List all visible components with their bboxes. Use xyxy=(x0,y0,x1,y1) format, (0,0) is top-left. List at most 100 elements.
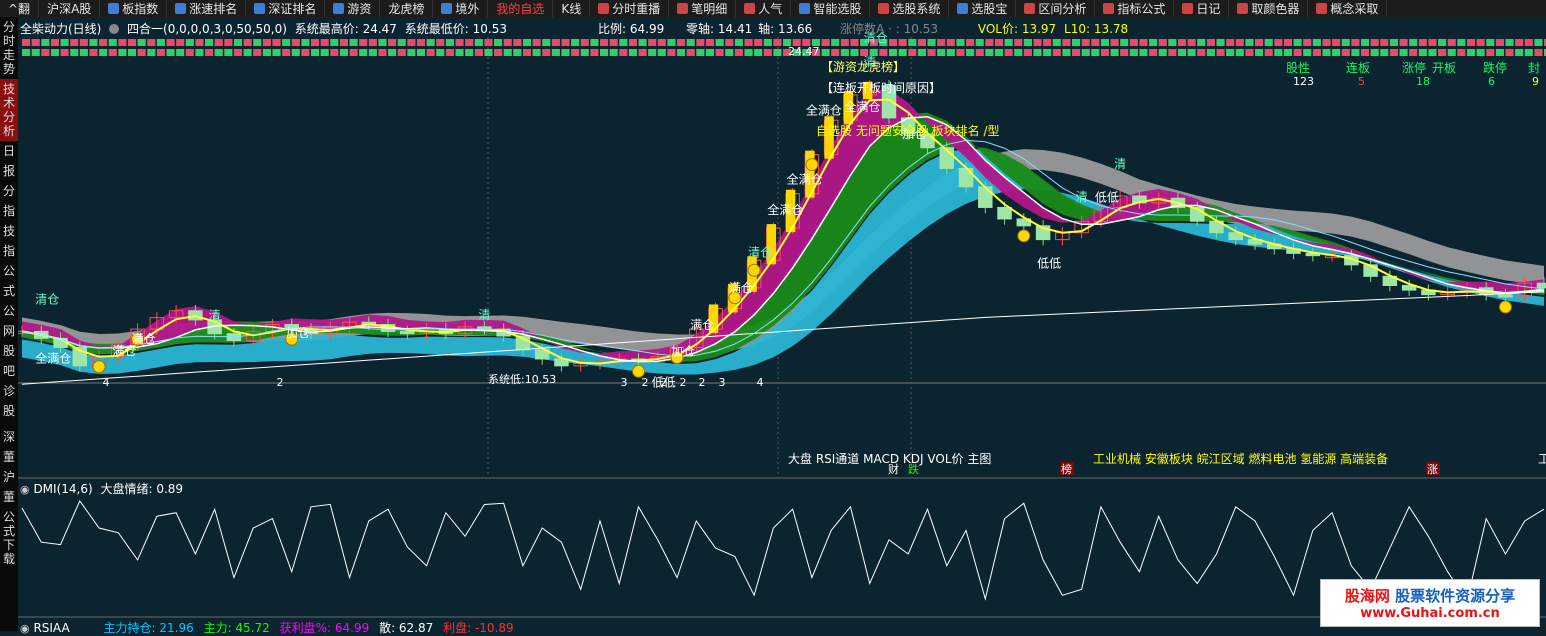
strip-cell xyxy=(455,39,464,46)
axis-value: 轴: 13.66 xyxy=(758,22,813,36)
strip-cell xyxy=(1129,49,1138,56)
toolbar-item[interactable]: ^翻 xyxy=(0,0,40,17)
sidebar-item[interactable]: 式 xyxy=(0,281,18,301)
sidebar-item[interactable]: 沪 xyxy=(0,467,18,487)
strip-cell xyxy=(1534,49,1543,56)
strip-cell xyxy=(1052,39,1061,46)
strip-cell xyxy=(956,39,965,46)
strip-cell xyxy=(898,49,907,56)
main-force-value: 主力: 45.72 xyxy=(203,621,270,635)
toolbar-item[interactable]: 取颜色器 xyxy=(1229,0,1309,17)
strip-cell xyxy=(494,49,503,56)
sidebar-item[interactable]: 指 xyxy=(0,201,18,221)
toolbar-item[interactable]: K线 xyxy=(553,0,591,17)
strip-cell xyxy=(31,39,40,46)
toolbar-item[interactable]: 沪深A股 xyxy=(39,0,101,17)
sidebar-item[interactable]: 分 xyxy=(0,181,18,201)
stats-label: 封 xyxy=(1528,61,1540,75)
strip-cell xyxy=(705,39,715,46)
sidebar-item[interactable]: 指 xyxy=(0,241,18,261)
sidebar-item[interactable]: 技 xyxy=(0,221,18,241)
toolbar-item-label: 笔明细 xyxy=(691,2,728,16)
indicator-name: 四合一(0,0,0,0,3,0,50,50,0) xyxy=(127,22,287,36)
sidebar-item[interactable]: 技术分析 xyxy=(0,79,18,141)
stats-label: 开板 xyxy=(1432,61,1456,75)
strip-cell xyxy=(407,49,416,56)
toolbar-item[interactable]: 涨速排名 xyxy=(167,0,247,17)
strip-cell xyxy=(1380,39,1389,46)
watermark-line1b: 股票软件资源分享 xyxy=(1395,587,1516,605)
toolbar-item[interactable]: 我的自选 xyxy=(488,0,554,17)
strip-cell xyxy=(407,39,416,46)
rsiaa-arrow-icon[interactable]: ◉ xyxy=(20,622,30,635)
toolbar-item[interactable]: 指标公式 xyxy=(1095,0,1175,17)
strip-cell xyxy=(301,39,310,46)
emoji-face xyxy=(1017,229,1031,243)
strip-cell xyxy=(1322,39,1331,46)
toolbar-item[interactable]: 人气 xyxy=(736,0,792,17)
sidebar-item[interactable]: 股 xyxy=(0,401,18,421)
toolbar-item[interactable]: 智能选股 xyxy=(791,0,871,17)
sidebar-item[interactable]: 深 xyxy=(0,427,18,447)
toolbar-item[interactable]: 选股系统 xyxy=(870,0,950,17)
toolbar-icon xyxy=(799,3,811,14)
sidebar-item[interactable]: 公 xyxy=(0,301,18,321)
strip-cell xyxy=(917,39,926,46)
strip-cell xyxy=(89,49,98,56)
toolbar-item[interactable]: 龙虎榜 xyxy=(380,0,434,17)
strip-cell xyxy=(349,39,358,46)
signal-label: 清 xyxy=(478,308,490,322)
main-hold-value: 主力持仓: 21.96 xyxy=(103,621,194,635)
toolbar-item[interactable]: 板指数 xyxy=(100,0,168,17)
sidebar-item[interactable]: 公式下载 xyxy=(0,507,18,569)
strip-cell xyxy=(590,49,599,56)
strip-cell xyxy=(1226,39,1235,46)
strip-cell xyxy=(571,39,580,46)
strip-cell xyxy=(320,49,329,56)
sidebar-item[interactable]: 董 xyxy=(0,487,18,507)
strip-cell xyxy=(1033,49,1042,56)
strip-cell xyxy=(522,39,532,46)
strip-cell xyxy=(108,39,117,46)
settings-icon[interactable] xyxy=(109,24,120,34)
signal-label: 清 xyxy=(1076,190,1088,204)
strip-cell xyxy=(1197,49,1206,56)
strip-cell xyxy=(1023,49,1032,56)
toolbar-item[interactable]: 日记 xyxy=(1174,0,1230,17)
strip-cell xyxy=(542,49,551,56)
toolbar-item[interactable]: 深证排名 xyxy=(246,0,326,17)
toolbar-item[interactable]: 概念采取 xyxy=(1308,0,1388,17)
sidebar-item[interactable]: 股 xyxy=(0,341,18,361)
sidebar-item[interactable]: 分时走势 xyxy=(0,17,18,79)
strip-cell xyxy=(1004,49,1013,56)
sidebar-item[interactable]: 吧 xyxy=(0,361,18,381)
strip-cell xyxy=(966,39,975,46)
strip-cell xyxy=(474,39,483,46)
strip-cell xyxy=(253,49,262,56)
toolbar-item[interactable]: 笔明细 xyxy=(669,0,737,17)
strip-cell xyxy=(60,49,69,56)
sidebar-item[interactable]: 董 xyxy=(0,447,18,467)
watermark-logo: 股海网 股票软件资源分享 www.Guhai.com.cn xyxy=(1320,579,1540,627)
toolbar-item[interactable]: 游资 xyxy=(325,0,381,17)
dmi-arrow-icon[interactable]: ◉ xyxy=(20,483,30,496)
zero-axis-value: 零轴: 14.41 xyxy=(686,22,753,36)
retail-value: 散: 62.87 xyxy=(379,621,434,635)
strip-cell xyxy=(551,49,560,56)
dmi-title: DMI(14,6) xyxy=(33,482,93,496)
sidebar-item[interactable]: 诊 xyxy=(0,381,18,401)
strip-cell xyxy=(147,39,156,46)
sidebar-item[interactable]: 日 xyxy=(0,141,18,161)
sidebar-item[interactable]: 报 xyxy=(0,161,18,181)
signal-label: 全满仓 xyxy=(806,103,842,118)
strip-cell xyxy=(50,39,60,46)
strip-cell xyxy=(127,39,137,46)
strip-cell xyxy=(1187,39,1196,46)
toolbar-item[interactable]: 选股宝 xyxy=(949,0,1017,17)
sidebar-item[interactable]: 公 xyxy=(0,261,18,281)
toolbar-item[interactable]: 分时重播 xyxy=(590,0,670,17)
toolbar-item[interactable]: 区间分析 xyxy=(1016,0,1096,17)
board-reason-label: 【连板开板时间原因】 xyxy=(821,80,941,95)
toolbar-item[interactable]: 境外 xyxy=(433,0,489,17)
sidebar-item[interactable]: 网 xyxy=(0,321,18,341)
